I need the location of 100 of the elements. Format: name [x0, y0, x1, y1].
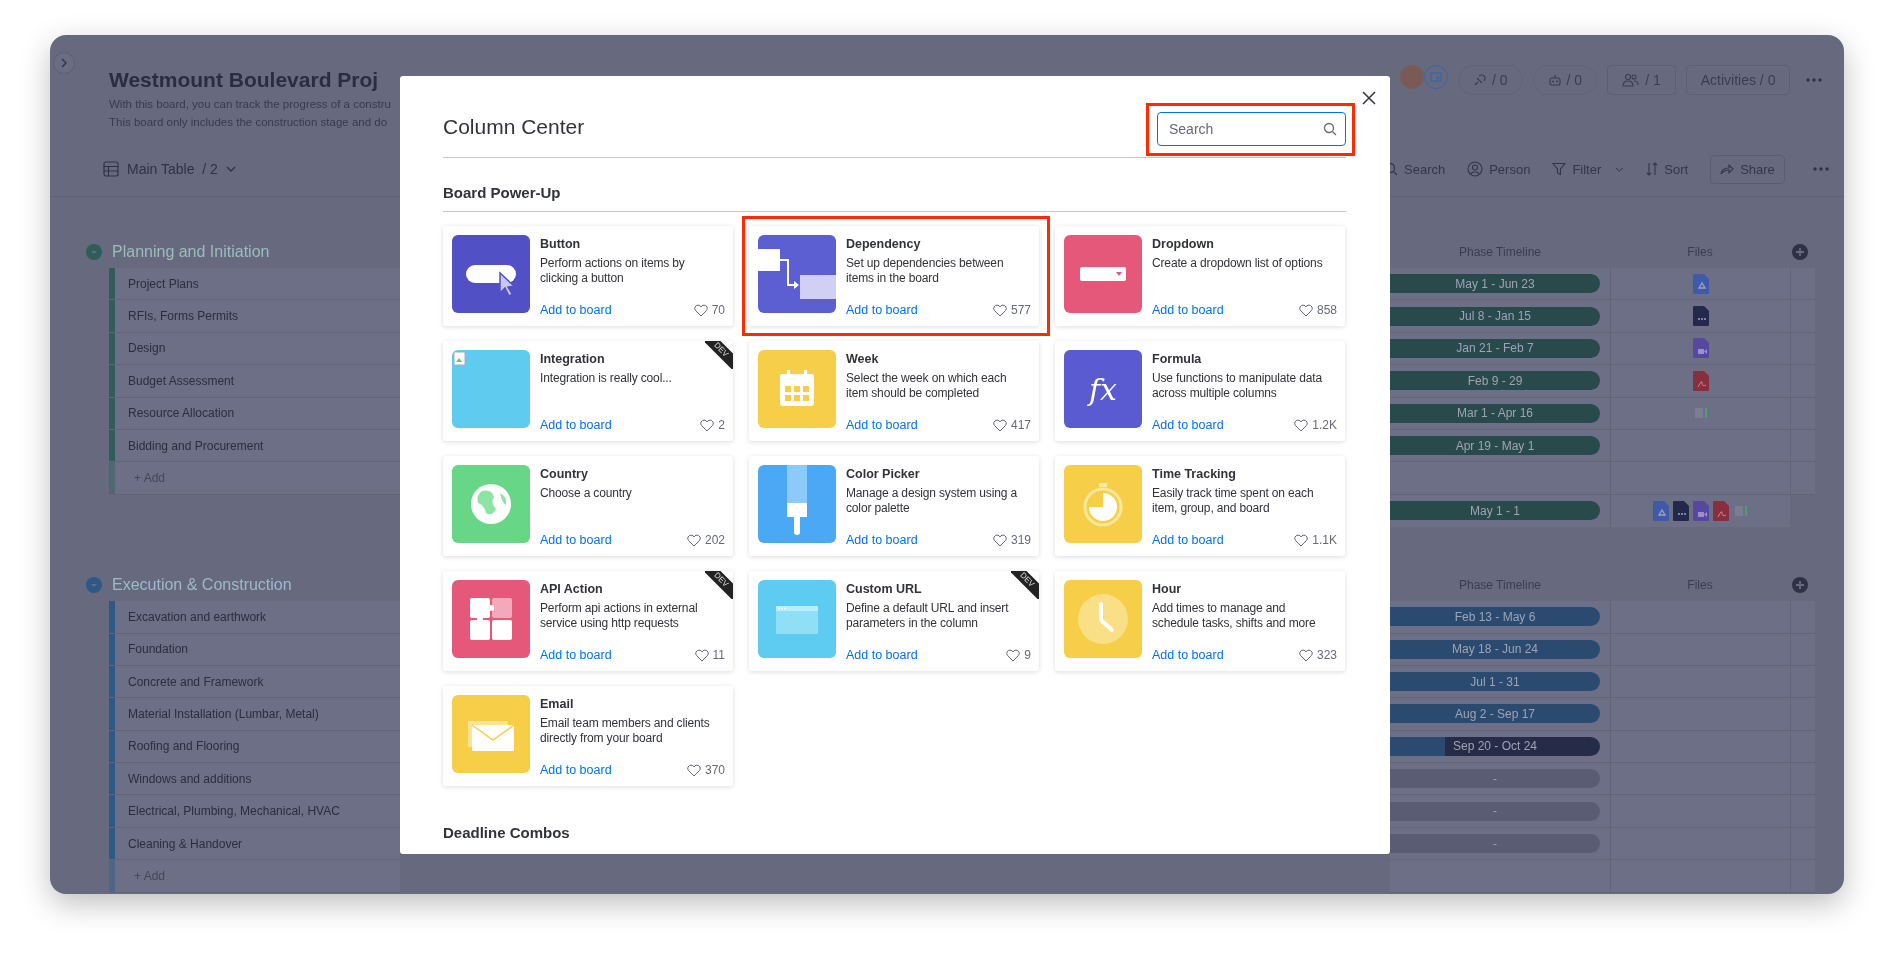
heart-icon[interactable]: [992, 533, 1007, 547]
item-name[interactable]: RFIs, Forms Permits: [115, 309, 238, 324]
add-to-board-link[interactable]: Add to board: [846, 533, 918, 547]
column-card[interactable]: Week Select the week on which each item should be completed Add to board 417: [749, 341, 1039, 441]
table-row[interactable]: Feb 9 - 29: [1390, 365, 1815, 398]
dots-file-icon[interactable]: [1692, 306, 1709, 327]
group-title[interactable]: Execution & Construction: [112, 575, 292, 594]
table-row[interactable]: Mar 1 - Apr 16: [1390, 397, 1815, 430]
add-to-board-link[interactable]: Add to board: [540, 763, 612, 777]
table-row[interactable]: May 1 - Jun 23: [1390, 268, 1815, 301]
add-to-board-link[interactable]: Add to board: [1152, 533, 1224, 547]
group-title[interactable]: Planning and Initiation: [112, 242, 270, 261]
add-column-icon[interactable]: [1792, 576, 1808, 593]
table-row[interactable]: Aug 2 - Sep 17: [1390, 698, 1815, 731]
table-row[interactable]: Jul 1 - 31: [1390, 665, 1815, 699]
add-to-board-link[interactable]: Add to board: [1152, 648, 1224, 662]
table-row[interactable]: RFIs, Forms Permits: [109, 300, 400, 333]
heart-icon[interactable]: [686, 533, 701, 547]
item-name[interactable]: Roofing and Flooring: [115, 739, 240, 754]
add-to-board-link[interactable]: Add to board: [1152, 303, 1224, 317]
table-row[interactable]: Feb 13 - May 6: [1390, 601, 1815, 634]
table-row[interactable]: Electrical, Plumbing, Mechanical, HVAC: [109, 795, 400, 828]
item-name[interactable]: Bidding and Procurement: [115, 438, 264, 453]
table-row[interactable]: Resource Allocation: [109, 397, 400, 430]
table-row[interactable]: Windows and additions: [109, 763, 400, 796]
collapse-toggle-icon[interactable]: [86, 576, 102, 593]
column-card[interactable]: fx Formula Use functions to manipulate data across multiple columns Add to board 1.2K: [1055, 341, 1345, 441]
column-card[interactable]: Dropdown Create a dropdown list of options Add to board 858: [1055, 226, 1345, 326]
table-row[interactable]: Roofing and Flooring: [109, 730, 400, 764]
camera-file-icon[interactable]: [1692, 338, 1709, 359]
add-to-board-link[interactable]: Add to board: [540, 418, 612, 432]
heart-icon[interactable]: [1298, 303, 1313, 317]
heart-icon[interactable]: [693, 303, 708, 317]
add-to-board-link[interactable]: Add to board: [846, 648, 918, 662]
item-name[interactable]: Resource Allocation: [115, 406, 235, 421]
table-row[interactable]: Project Plans: [109, 268, 400, 301]
dots-file-icon[interactable]: [1672, 500, 1689, 521]
item-name[interactable]: Material Installation (Lumbar, Metal): [115, 707, 319, 721]
triangle-file-icon[interactable]: [1652, 500, 1669, 521]
heart-icon[interactable]: [1294, 533, 1309, 547]
camera-file-icon[interactable]: [1692, 500, 1709, 521]
table-row[interactable]: Design: [109, 332, 400, 366]
close-icon[interactable]: [1361, 90, 1377, 106]
item-name[interactable]: Foundation: [115, 642, 189, 657]
column-card[interactable]: Color Picker Manage a design system using a color palette Add to board 319: [749, 456, 1039, 556]
heart-icon[interactable]: [992, 303, 1007, 317]
collapse-toggle-icon[interactable]: [86, 243, 102, 260]
table-row[interactable]: Sep 20 - Oct 24: [1390, 730, 1815, 764]
add-to-board-link[interactable]: Add to board: [540, 303, 612, 317]
table-row[interactable]: Jul 8 - Jan 15: [1390, 300, 1815, 333]
column-card[interactable]: Time Tracking Easily track time spent on each item, group, and board Add to board 1.1K: [1055, 456, 1345, 556]
table-row[interactable]: Budget Assessment: [109, 365, 400, 398]
heart-icon[interactable]: [694, 648, 709, 662]
table-row[interactable]: Apr 19 - May 1: [1390, 429, 1815, 463]
item-name[interactable]: Electrical, Plumbing, Mechanical, HVAC: [115, 804, 340, 819]
more-icon[interactable]: [1812, 167, 1829, 171]
column-card[interactable]: Hour Add times to manage and schedule tasks, shifts and more Add to board 323: [1055, 571, 1345, 671]
column-card[interactable]: Country Choose a country Add to board 202: [443, 456, 733, 556]
heart-icon[interactable]: [1294, 418, 1309, 432]
table-row[interactable]: Jan 21 - Feb 7: [1390, 332, 1815, 366]
table-row[interactable]: Material Installation (Lumbar, Metal): [109, 698, 400, 731]
table-row[interactable]: Concrete and Framework: [109, 665, 400, 699]
squiggle-file-icon[interactable]: [1692, 370, 1709, 391]
item-name[interactable]: Concrete and Framework: [115, 674, 264, 689]
item-name[interactable]: Cleaning & Handover: [115, 836, 243, 851]
add-column-icon[interactable]: [1792, 243, 1808, 260]
heart-icon[interactable]: [992, 418, 1007, 432]
item-name[interactable]: Budget Assessment: [115, 373, 235, 388]
more-icon[interactable]: [1806, 78, 1823, 82]
sheet-file-icon[interactable]: [1734, 505, 1747, 516]
squiggle-file-icon[interactable]: [1712, 500, 1729, 521]
heart-icon[interactable]: [1298, 648, 1313, 662]
add-to-board-link[interactable]: Add to board: [846, 303, 918, 317]
search-field[interactable]: Search: [1157, 112, 1346, 146]
item-name[interactable]: Design: [115, 341, 166, 356]
heart-icon[interactable]: [686, 763, 701, 777]
add-to-board-link[interactable]: Add to board: [846, 418, 918, 432]
table-row[interactable]: -: [1390, 763, 1815, 796]
table-row[interactable]: Excavation and earthwork: [109, 601, 400, 634]
table-row[interactable]: -: [1390, 795, 1815, 828]
add-to-board-link[interactable]: Add to board: [540, 533, 612, 547]
table-row[interactable]: Bidding and Procurement: [109, 429, 400, 463]
expand-button[interactable]: [53, 52, 75, 74]
table-row[interactable]: -: [1390, 827, 1815, 861]
table-row[interactable]: Foundation: [109, 633, 400, 666]
column-card[interactable]: Dependency Set up dependencies between items in the board Add to board 577: [749, 226, 1039, 326]
item-name[interactable]: Windows and additions: [115, 771, 252, 786]
view-tab[interactable]: Main Table / 2: [103, 161, 236, 177]
triangle-file-icon[interactable]: [1692, 273, 1709, 294]
item-name[interactable]: Excavation and earthwork: [115, 609, 267, 624]
column-card[interactable]: Email Email team members and clients directly from your board Add to board 370: [443, 686, 733, 786]
add-to-board-link[interactable]: Add to board: [540, 648, 612, 662]
board-title[interactable]: Westmount Boulevard Proj: [109, 65, 391, 95]
table-row[interactable]: May 18 - Jun 24: [1390, 633, 1815, 666]
heart-icon[interactable]: [700, 418, 715, 432]
item-name[interactable]: Project Plans: [115, 276, 199, 291]
column-card[interactable]: Button Perform actions on items by clicking a button Add to board 70: [443, 226, 733, 326]
add-to-board-link[interactable]: Add to board: [1152, 418, 1224, 432]
heart-icon[interactable]: [1006, 648, 1021, 662]
sheet-file-icon[interactable]: [1694, 408, 1707, 419]
